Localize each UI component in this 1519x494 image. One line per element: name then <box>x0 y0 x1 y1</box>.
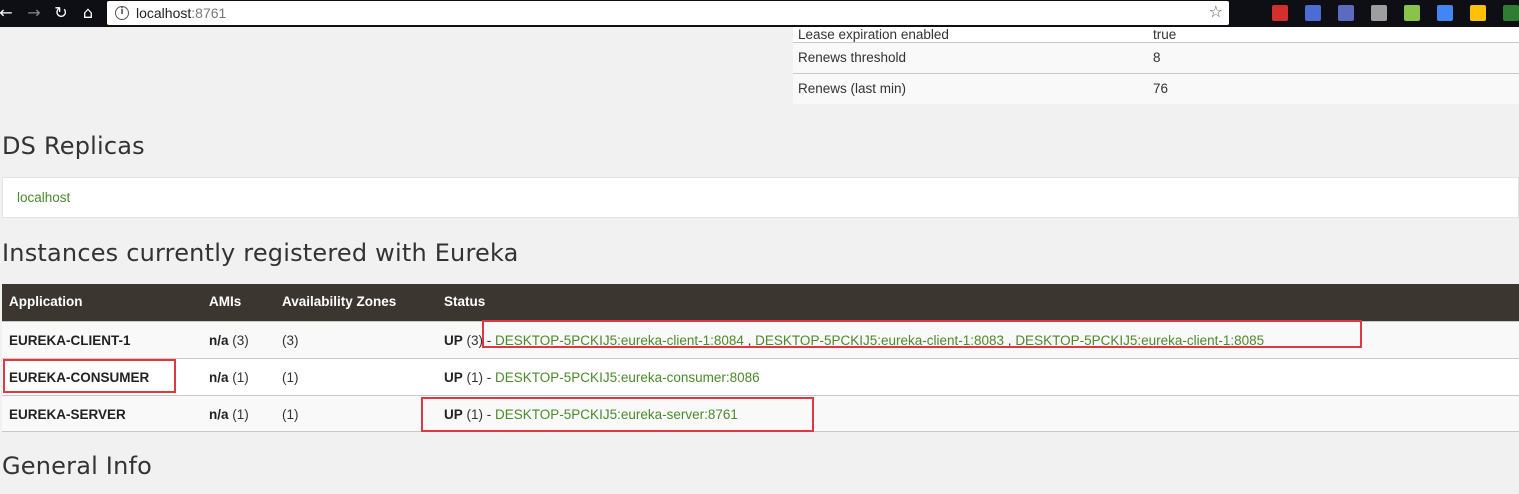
instance-info-table: Lease expiration enabled true Renews thr… <box>793 27 1519 104</box>
chrome-extension-icon[interactable] <box>1503 5 1519 21</box>
instance-link[interactable]: DESKTOP-5PCKIJ5:eureka-client-1:8085 <box>1015 333 1264 348</box>
stat-value: 8 <box>1148 41 1519 73</box>
column-header-status: Status <box>444 294 486 309</box>
star-icon[interactable]: ☆ <box>1209 2 1223 21</box>
zones-cell: (1) <box>282 407 299 422</box>
forward-icon[interactable]: → <box>24 3 44 23</box>
vue-extension-icon[interactable] <box>1371 5 1387 21</box>
ami-cell: n/a (1) <box>209 407 249 422</box>
browser-toolbar: ← → ↻ ⌂ i localhost:8761 ☆ <box>0 0 1519 27</box>
table-row: EUREKA-CONSUMER n/a (1) (1) UP (1) - DES… <box>2 358 1519 395</box>
instances-heading: Instances currently registered with Eure… <box>2 239 519 267</box>
address-bar[interactable]: i localhost:8761 ☆ <box>107 1 1229 25</box>
ami-cell: n/a (3) <box>209 333 249 348</box>
table-row: Renews threshold 8 <box>793 41 1519 73</box>
green-dot-extension-icon[interactable] <box>1404 5 1420 21</box>
ds-replicas-heading: DS Replicas <box>2 132 145 160</box>
status-cell: UP (3) - DESKTOP-5PCKIJ5:eureka-client-1… <box>444 333 1265 348</box>
table-row: Lease expiration enabled true <box>793 27 1519 42</box>
table-row: EUREKA-CLIENT-1 n/a (3) (3) UP (3) - DES… <box>2 321 1519 358</box>
zones-cell: (3) <box>282 333 299 348</box>
google-translate-extension-icon[interactable] <box>1437 5 1453 21</box>
status-cell: UP (1) - DESKTOP-5PCKIJ5:eureka-consumer… <box>444 370 760 385</box>
clock-extension-icon[interactable] <box>1470 5 1486 21</box>
zones-cell: (1) <box>282 370 299 385</box>
stat-label: Lease expiration enabled <box>793 27 1148 42</box>
column-header-application: Application <box>9 294 83 309</box>
column-header-amis: AMIs <box>209 294 242 309</box>
instances-table: Application AMIs Availability Zones Stat… <box>2 284 1519 432</box>
stat-value: true <box>1148 27 1519 42</box>
fe-extension-icon[interactable] <box>1272 5 1288 21</box>
stat-label: Renews threshold <box>793 41 1148 73</box>
stat-label: Renews (last min) <box>793 72 1148 104</box>
translate-extension-icon[interactable] <box>1305 5 1321 21</box>
replica-list: localhost <box>2 177 1519 218</box>
home-icon[interactable]: ⌂ <box>78 3 98 23</box>
reload-icon[interactable]: ↻ <box>51 3 71 23</box>
instance-link[interactable]: DESKTOP-5PCKIJ5:eureka-client-1:8083 <box>755 333 1004 348</box>
instance-link[interactable]: DESKTOP-5PCKIJ5:eureka-consumer:8086 <box>495 370 760 385</box>
back-icon[interactable]: ← <box>0 3 16 23</box>
replica-link[interactable]: localhost <box>17 190 70 205</box>
general-info-heading: General Info <box>2 452 153 480</box>
instance-link[interactable]: DESKTOP-5PCKIJ5:eureka-server:8761 <box>495 407 738 422</box>
application-name: EUREKA-CONSUMER <box>9 370 150 385</box>
table-row: EUREKA-SERVER n/a (1) (1) UP (1) - DESKT… <box>2 395 1519 432</box>
application-name: EUREKA-SERVER <box>9 407 126 422</box>
application-name: EUREKA-CLIENT-1 <box>9 333 131 348</box>
info-icon[interactable]: i <box>115 6 129 20</box>
table-row: Renews (last min) 76 <box>793 72 1519 104</box>
instance-link[interactable]: DESKTOP-5PCKIJ5:eureka-client-1:8084 <box>495 333 744 348</box>
stat-value: 76 <box>1148 72 1519 104</box>
jh-extension-icon[interactable] <box>1338 5 1354 21</box>
ami-cell: n/a (1) <box>209 370 249 385</box>
url-text: localhost:8761 <box>136 5 227 21</box>
column-header-zones: Availability Zones <box>282 294 397 309</box>
status-cell: UP (1) - DESKTOP-5PCKIJ5:eureka-server:8… <box>444 407 738 422</box>
table-header: Application AMIs Availability Zones Stat… <box>2 284 1519 321</box>
